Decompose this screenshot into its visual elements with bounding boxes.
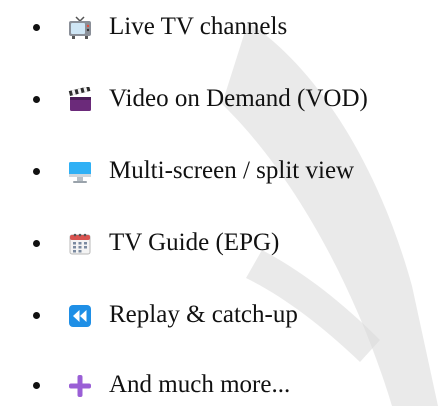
feature-item-tv-guide: TV Guide (EPG) <box>0 224 438 264</box>
feature-label: TV Guide (EPG) <box>109 229 280 256</box>
feature-label: Replay & catch-up <box>109 301 298 328</box>
bullet-dot <box>33 240 40 247</box>
feature-list-panel: Live TV channels Video on Demand (VOD) M… <box>0 0 438 406</box>
clapperboard-icon <box>67 87 93 113</box>
feature-item-multi-screen: Multi-screen / split view <box>0 152 438 192</box>
desktop-monitor-icon <box>67 159 93 185</box>
feature-label: Multi-screen / split view <box>109 157 355 184</box>
calendar-icon <box>67 231 93 257</box>
bullet-dot <box>33 96 40 103</box>
feature-item-more: And much more... <box>0 366 438 406</box>
rewind-icon <box>67 303 93 329</box>
bullet-dot <box>33 24 40 31</box>
feature-list: Live TV channels Video on Demand (VOD) M… <box>0 0 438 406</box>
feature-item-vod: Video on Demand (VOD) <box>0 80 438 120</box>
feature-label: Live TV channels <box>109 13 288 40</box>
bullet-dot <box>33 382 40 389</box>
feature-item-replay: Replay & catch-up <box>0 296 438 336</box>
bullet-dot <box>33 312 40 319</box>
feature-label: And much more... <box>109 371 291 398</box>
tv-icon <box>67 15 93 41</box>
feature-item-live-tv: Live TV channels <box>0 8 438 48</box>
plus-icon <box>67 373 93 399</box>
bullet-dot <box>33 168 40 175</box>
feature-label: Video on Demand (VOD) <box>109 85 368 112</box>
